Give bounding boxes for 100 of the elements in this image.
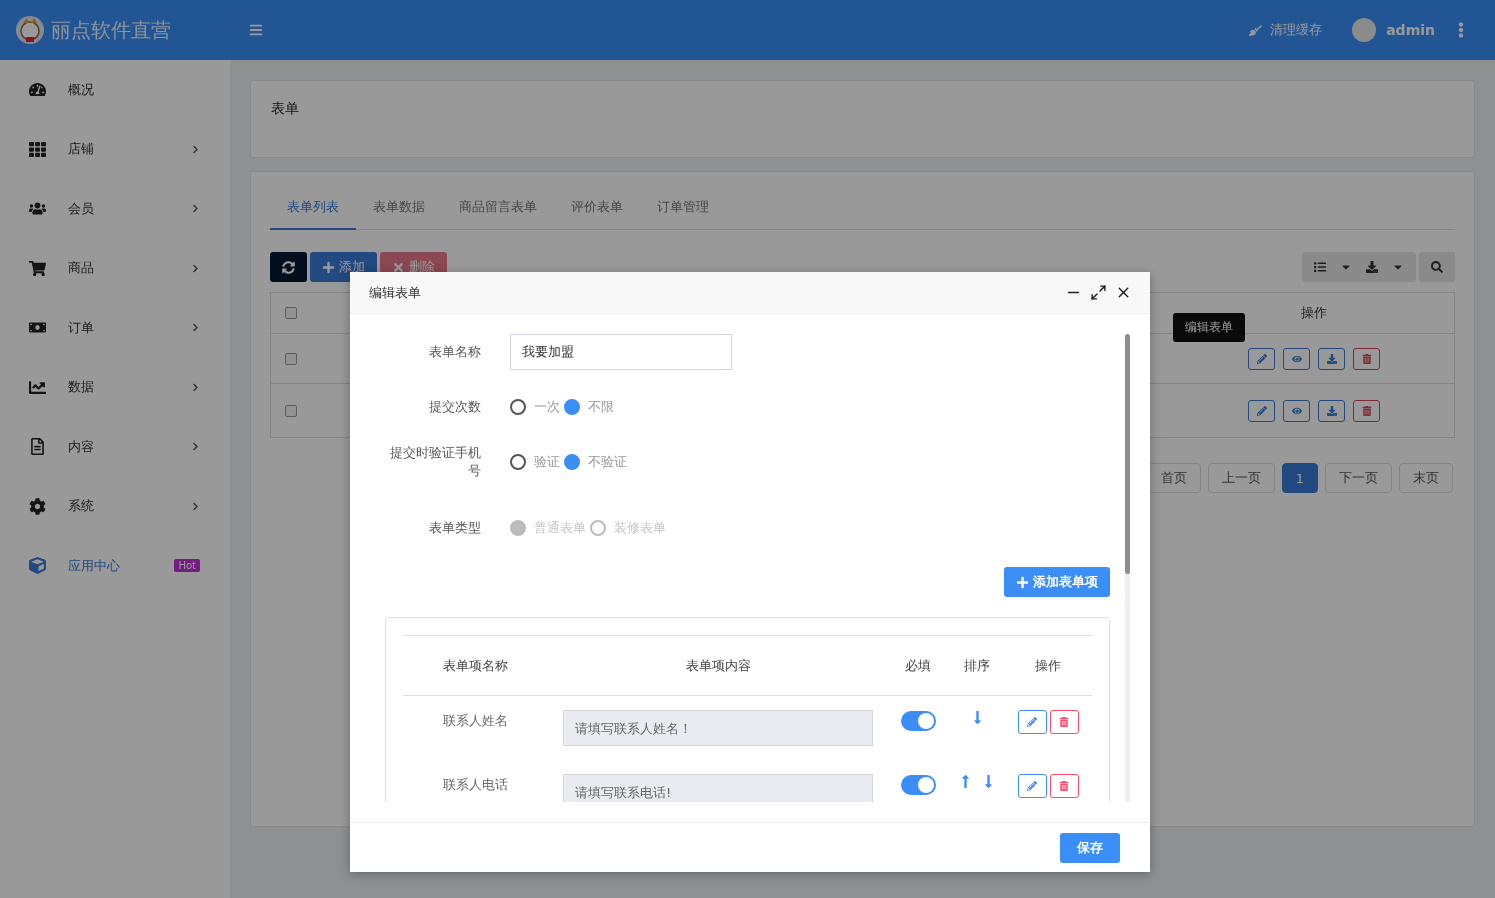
download-button[interactable]: [1318, 399, 1345, 422]
user-avatar[interactable]: [1352, 18, 1377, 42]
plus-icon: [1016, 575, 1029, 589]
item-content-field[interactable]: 请填写联系电话!: [563, 774, 873, 802]
sidebar-label: 商品: [68, 259, 95, 278]
search-icon: [1431, 261, 1443, 273]
radio-label: 验证: [534, 453, 560, 471]
edit-button[interactable]: [1017, 774, 1047, 798]
document-icon: [29, 438, 46, 456]
radio-button[interactable]: [564, 454, 580, 470]
field-label: 表单类型: [428, 519, 481, 537]
sidebar-item[interactable]: 订单: [0, 298, 230, 358]
sidebar-label: 数据: [68, 378, 95, 397]
grid-icon: [29, 140, 46, 158]
pencil-icon: [1027, 717, 1037, 727]
field-label: 提交时验证手机号: [389, 444, 481, 480]
cube-icon: [29, 557, 46, 575]
sidebar-item[interactable]: 系统: [0, 476, 230, 536]
column-header: 操作: [1034, 656, 1062, 675]
sidebar-label: 订单: [68, 318, 95, 337]
delete-button[interactable]: [1049, 710, 1079, 734]
radio-button[interactable]: [510, 454, 526, 470]
brand-name: 丽点软件直营: [51, 16, 171, 44]
page-button[interactable]: 末页: [1399, 463, 1453, 493]
sidebar-label: 应用中心: [68, 556, 121, 575]
column-header: 表单项内容: [684, 656, 752, 675]
radio-label: 普通表单: [534, 519, 586, 537]
sidebar-item[interactable]: 店铺: [0, 119, 230, 179]
save-button[interactable]: 保存: [1060, 832, 1120, 863]
gauge-icon: [29, 81, 46, 99]
toolbar-dropdowns[interactable]: [1302, 252, 1416, 282]
maximize-icon[interactable]: [1090, 284, 1107, 301]
field-label: 表单名称: [428, 343, 481, 361]
line-chart-icon: [29, 378, 46, 396]
search-button[interactable]: [1419, 252, 1455, 282]
checkbox[interactable]: [285, 307, 297, 319]
tab[interactable]: 评价表单: [554, 186, 640, 230]
download-icon: [1326, 405, 1337, 416]
page-button[interactable]: 1: [1281, 463, 1318, 493]
edit-button[interactable]: [1017, 710, 1047, 734]
sidebar-label: 内容: [68, 437, 95, 456]
refresh-button[interactable]: [270, 252, 307, 282]
tooltip: 编辑表单: [1173, 312, 1245, 342]
trash-icon: [1059, 781, 1069, 791]
radio-label: 不限: [588, 398, 614, 416]
item-name: 联系人电话: [442, 776, 509, 794]
sidebar-item[interactable]: 会员: [0, 179, 230, 239]
delete-button[interactable]: [1353, 347, 1380, 370]
checkbox[interactable]: [285, 404, 297, 417]
settings-icon: [29, 497, 46, 515]
tab[interactable]: 商品留言表单: [442, 186, 554, 230]
tab[interactable]: 表单列表: [270, 186, 356, 230]
edit-button[interactable]: [1248, 399, 1275, 422]
item-name: 联系人姓名: [442, 712, 509, 730]
delete-button[interactable]: [1353, 399, 1380, 422]
tab[interactable]: 表单数据: [356, 186, 442, 230]
logo-icon: [15, 15, 45, 45]
pencil-icon: [1027, 781, 1037, 791]
radio-label: 不验证: [588, 453, 627, 471]
column-header: 操作: [1300, 304, 1328, 322]
trash-icon: [1361, 405, 1372, 416]
sidebar-item[interactable]: 概况: [0, 60, 230, 120]
modal-title: 编辑表单: [369, 283, 422, 302]
eye-icon: [1291, 353, 1302, 364]
radio-button[interactable]: [564, 399, 580, 415]
list-icon: [1314, 261, 1326, 273]
column-header: 排序: [963, 656, 991, 675]
sidebar-item[interactable]: 内容: [0, 417, 230, 477]
required-switch[interactable]: [900, 711, 936, 731]
menu-icon[interactable]: [249, 23, 263, 37]
plus-icon: [322, 260, 335, 274]
checkbox[interactable]: [285, 352, 297, 365]
edit-button[interactable]: [1248, 347, 1275, 370]
field-label: 提交次数: [428, 398, 481, 416]
eye-icon: [1291, 405, 1302, 416]
sidebar-label: 系统: [68, 497, 95, 516]
pencil-icon: [1256, 353, 1267, 364]
pencil-icon: [1256, 405, 1267, 416]
trash-icon: [1361, 353, 1372, 364]
required-switch[interactable]: [900, 775, 936, 795]
tab[interactable]: 订单管理: [640, 186, 726, 230]
sidebar-item[interactable]: 数据: [0, 357, 230, 417]
item-content-field[interactable]: 请填写联系人姓名！: [563, 710, 873, 746]
sidebar-item[interactable]: 应用中心 Hot: [0, 536, 230, 596]
delete-button[interactable]: [1049, 774, 1079, 798]
download-button[interactable]: [1318, 347, 1345, 370]
column-header: 必填: [904, 656, 932, 675]
sidebar-label: 会员: [68, 199, 95, 218]
trash-icon: [1059, 717, 1069, 727]
add-item-button[interactable]: 添加表单项: [1004, 567, 1110, 597]
sidebar-item[interactable]: 商品: [0, 238, 230, 298]
column-header: 表单项名称: [442, 656, 509, 675]
form-name-field[interactable]: 我要加盟: [510, 334, 732, 370]
user-name: admin: [1386, 22, 1435, 38]
view-button[interactable]: [1283, 399, 1310, 422]
hot-badge: Hot: [174, 559, 200, 573]
radio-button[interactable]: [510, 399, 526, 415]
scrollbar[interactable]: [1125, 334, 1130, 802]
view-button[interactable]: [1283, 347, 1310, 370]
clear-cache-link[interactable]: 清理缓存: [1249, 21, 1323, 39]
